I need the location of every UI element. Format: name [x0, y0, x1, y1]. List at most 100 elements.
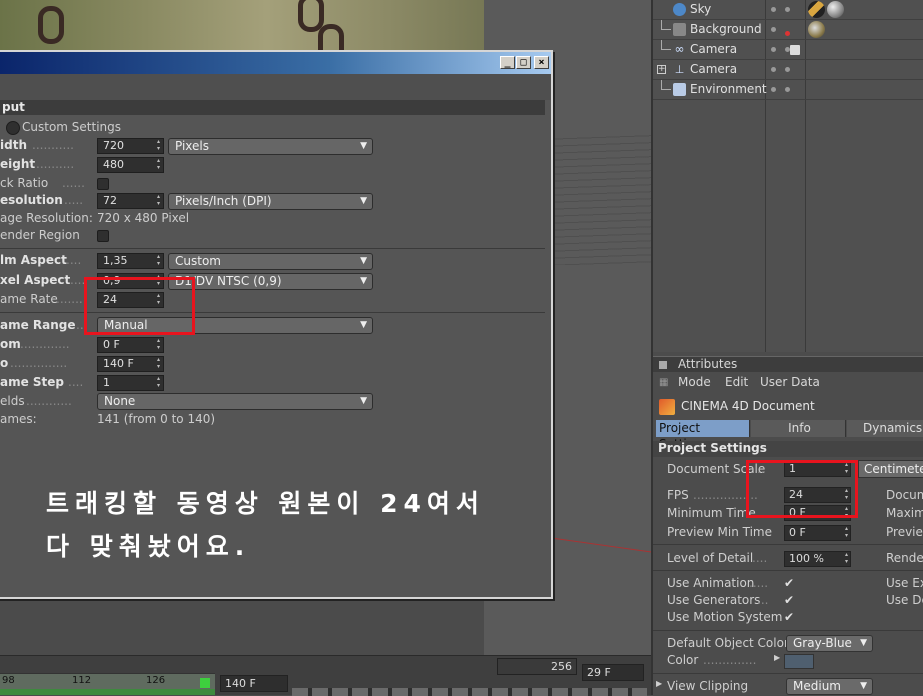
resolution-unit-dropdown[interactable]: Pixels/Inch (DPI) ▼ [168, 193, 373, 210]
resolution-field[interactable]: 72 [97, 193, 164, 209]
preview-min-field[interactable]: 0 F [784, 525, 851, 541]
tab-info[interactable]: Info [751, 420, 846, 437]
cinema4d-document-icon [659, 399, 675, 415]
to-field[interactable]: 140 F [97, 356, 164, 372]
pixel-aspect-dropdown[interactable]: D1/DV NTSC (0,9) ▼ [168, 273, 373, 290]
object-row-camera-2[interactable]: + ⊥ Camera [653, 60, 923, 80]
object-row-background[interactable]: Background [653, 20, 923, 40]
separator [653, 570, 923, 571]
render-region-checkbox[interactable] [97, 230, 109, 242]
menu-mode[interactable]: Mode [678, 375, 711, 389]
lock-ratio-checkbox[interactable] [97, 178, 109, 190]
film-aspect-field[interactable]: 1,35 [97, 253, 164, 269]
use-motion-label: Use Motion System [667, 610, 783, 624]
frames-label: ames: [0, 412, 37, 426]
pixel-aspect-label: xel Aspect [0, 273, 71, 287]
image-resolution-label: age Resolution: [0, 211, 93, 225]
height-field[interactable]: 480 [97, 157, 164, 173]
color-label: Color [667, 653, 699, 667]
object-row-sky[interactable]: Sky [653, 0, 923, 20]
render-settings-window: _ □ × put Custom Settings idth .........… [0, 50, 553, 599]
timeline-strip[interactable]: 98 112 126 140 F 256 29 F [0, 655, 651, 696]
target-tag-icon[interactable] [790, 45, 800, 55]
visibility-dot[interactable] [771, 67, 776, 72]
default-color-dropdown[interactable]: Gray-Blue ▼ [786, 635, 873, 652]
end-frame-field[interactable]: 140 F [220, 675, 288, 692]
document-scale-unit-button[interactable]: Centimeter [858, 460, 923, 478]
from-field[interactable]: 0 F [97, 337, 164, 353]
close-button[interactable]: × [534, 56, 549, 69]
view-clipping-dropdown[interactable]: Medium ▼ [786, 678, 873, 695]
project-settings-header: Project Settings [653, 441, 923, 457]
right-column-label: Rende [886, 551, 923, 565]
expand-icon[interactable]: + [657, 65, 666, 74]
render-dot[interactable] [785, 67, 790, 72]
expand-arrow-icon[interactable]: ▶ [656, 679, 662, 688]
separator [653, 544, 923, 545]
height-label: eight [0, 157, 36, 171]
camera-icon: ⊥ [674, 63, 685, 76]
right-column-label: Docum [886, 488, 923, 502]
chevron-down-icon: ▼ [360, 256, 367, 266]
clapper-tag-icon[interactable] [808, 1, 825, 18]
fields-label: elds [0, 394, 25, 408]
width-unit-dropdown[interactable]: Pixels ▼ [168, 138, 373, 155]
level-of-detail-field[interactable]: 100 % [784, 551, 851, 567]
chevron-down-icon: ▼ [860, 638, 867, 648]
render-dot[interactable] [785, 31, 790, 36]
leader-dots: .... [70, 273, 86, 287]
visibility-dot[interactable] [771, 87, 776, 92]
expand-arrow-icon[interactable]: ▶ [774, 653, 780, 662]
object-name: Background [690, 22, 762, 36]
color-swatch[interactable] [784, 654, 814, 669]
output-section-header: put [0, 100, 545, 115]
use-generators-checkbox[interactable]: ✔ [784, 593, 794, 607]
leader-dots: ............... [10, 356, 68, 370]
material-tag-icon[interactable] [827, 1, 844, 18]
leader-dots: .......... [36, 157, 75, 171]
preset-radio[interactable] [6, 121, 20, 135]
visibility-dot[interactable] [771, 7, 776, 12]
right-column-label: Use De [886, 593, 923, 607]
leader-dots: ............. [20, 337, 70, 351]
film-aspect-dropdown[interactable]: Custom ▼ [168, 253, 373, 270]
material-tag-icon[interactable] [808, 21, 825, 38]
tab-project-settings[interactable]: Project Settings [656, 420, 750, 451]
width-field[interactable]: 720 [97, 138, 164, 154]
object-row-environment[interactable]: Environment [653, 80, 923, 100]
leader-dots: ........... [32, 138, 74, 152]
object-manager-panel: Sky Background ∞ Camera + ⊥ Camera Envir… [651, 0, 923, 352]
dropdown-value: Custom [175, 254, 221, 268]
menu-user-data[interactable]: User Data [760, 375, 820, 389]
current-frame-field[interactable]: 29 F [582, 664, 644, 681]
visibility-dot[interactable] [771, 47, 776, 52]
object-row-camera-1[interactable]: ∞ Camera [653, 40, 923, 60]
separator [653, 673, 923, 674]
render-dot[interactable] [785, 7, 790, 12]
visibility-dot[interactable] [771, 27, 776, 32]
frame-step-field[interactable]: 1 [97, 375, 164, 391]
render-dot[interactable] [785, 87, 790, 92]
minimize-button[interactable]: _ [500, 56, 515, 69]
fps-highlight-box [746, 460, 858, 518]
timeline-frame-label: 98 [2, 675, 15, 686]
fields-dropdown[interactable]: None ▼ [97, 393, 373, 410]
menu-edit[interactable]: Edit [725, 375, 748, 389]
maximize-button[interactable]: □ [516, 56, 531, 69]
frame-256-label: 256 [497, 658, 577, 675]
frame-range-label: ame Range [0, 318, 76, 332]
attributes-panel: Attributes ▦ Mode Edit User Data CINEMA … [651, 352, 923, 695]
window-titlebar[interactable]: _ □ × [0, 52, 551, 74]
attributes-title: Attributes [678, 357, 738, 371]
separator [0, 248, 545, 249]
chevron-down-icon: ▼ [360, 141, 367, 151]
leader-dots: .... [752, 551, 768, 565]
use-motion-checkbox[interactable]: ✔ [784, 610, 794, 624]
resolution-label: esolution [0, 193, 63, 207]
object-name: Camera [690, 62, 738, 76]
leader-dots: ...... [62, 176, 85, 190]
playhead-marker[interactable] [200, 678, 210, 688]
use-animation-checkbox[interactable]: ✔ [784, 576, 794, 590]
tab-dynamics[interactable]: Dynamics [847, 420, 923, 437]
panel-menu-icon[interactable] [659, 361, 667, 369]
